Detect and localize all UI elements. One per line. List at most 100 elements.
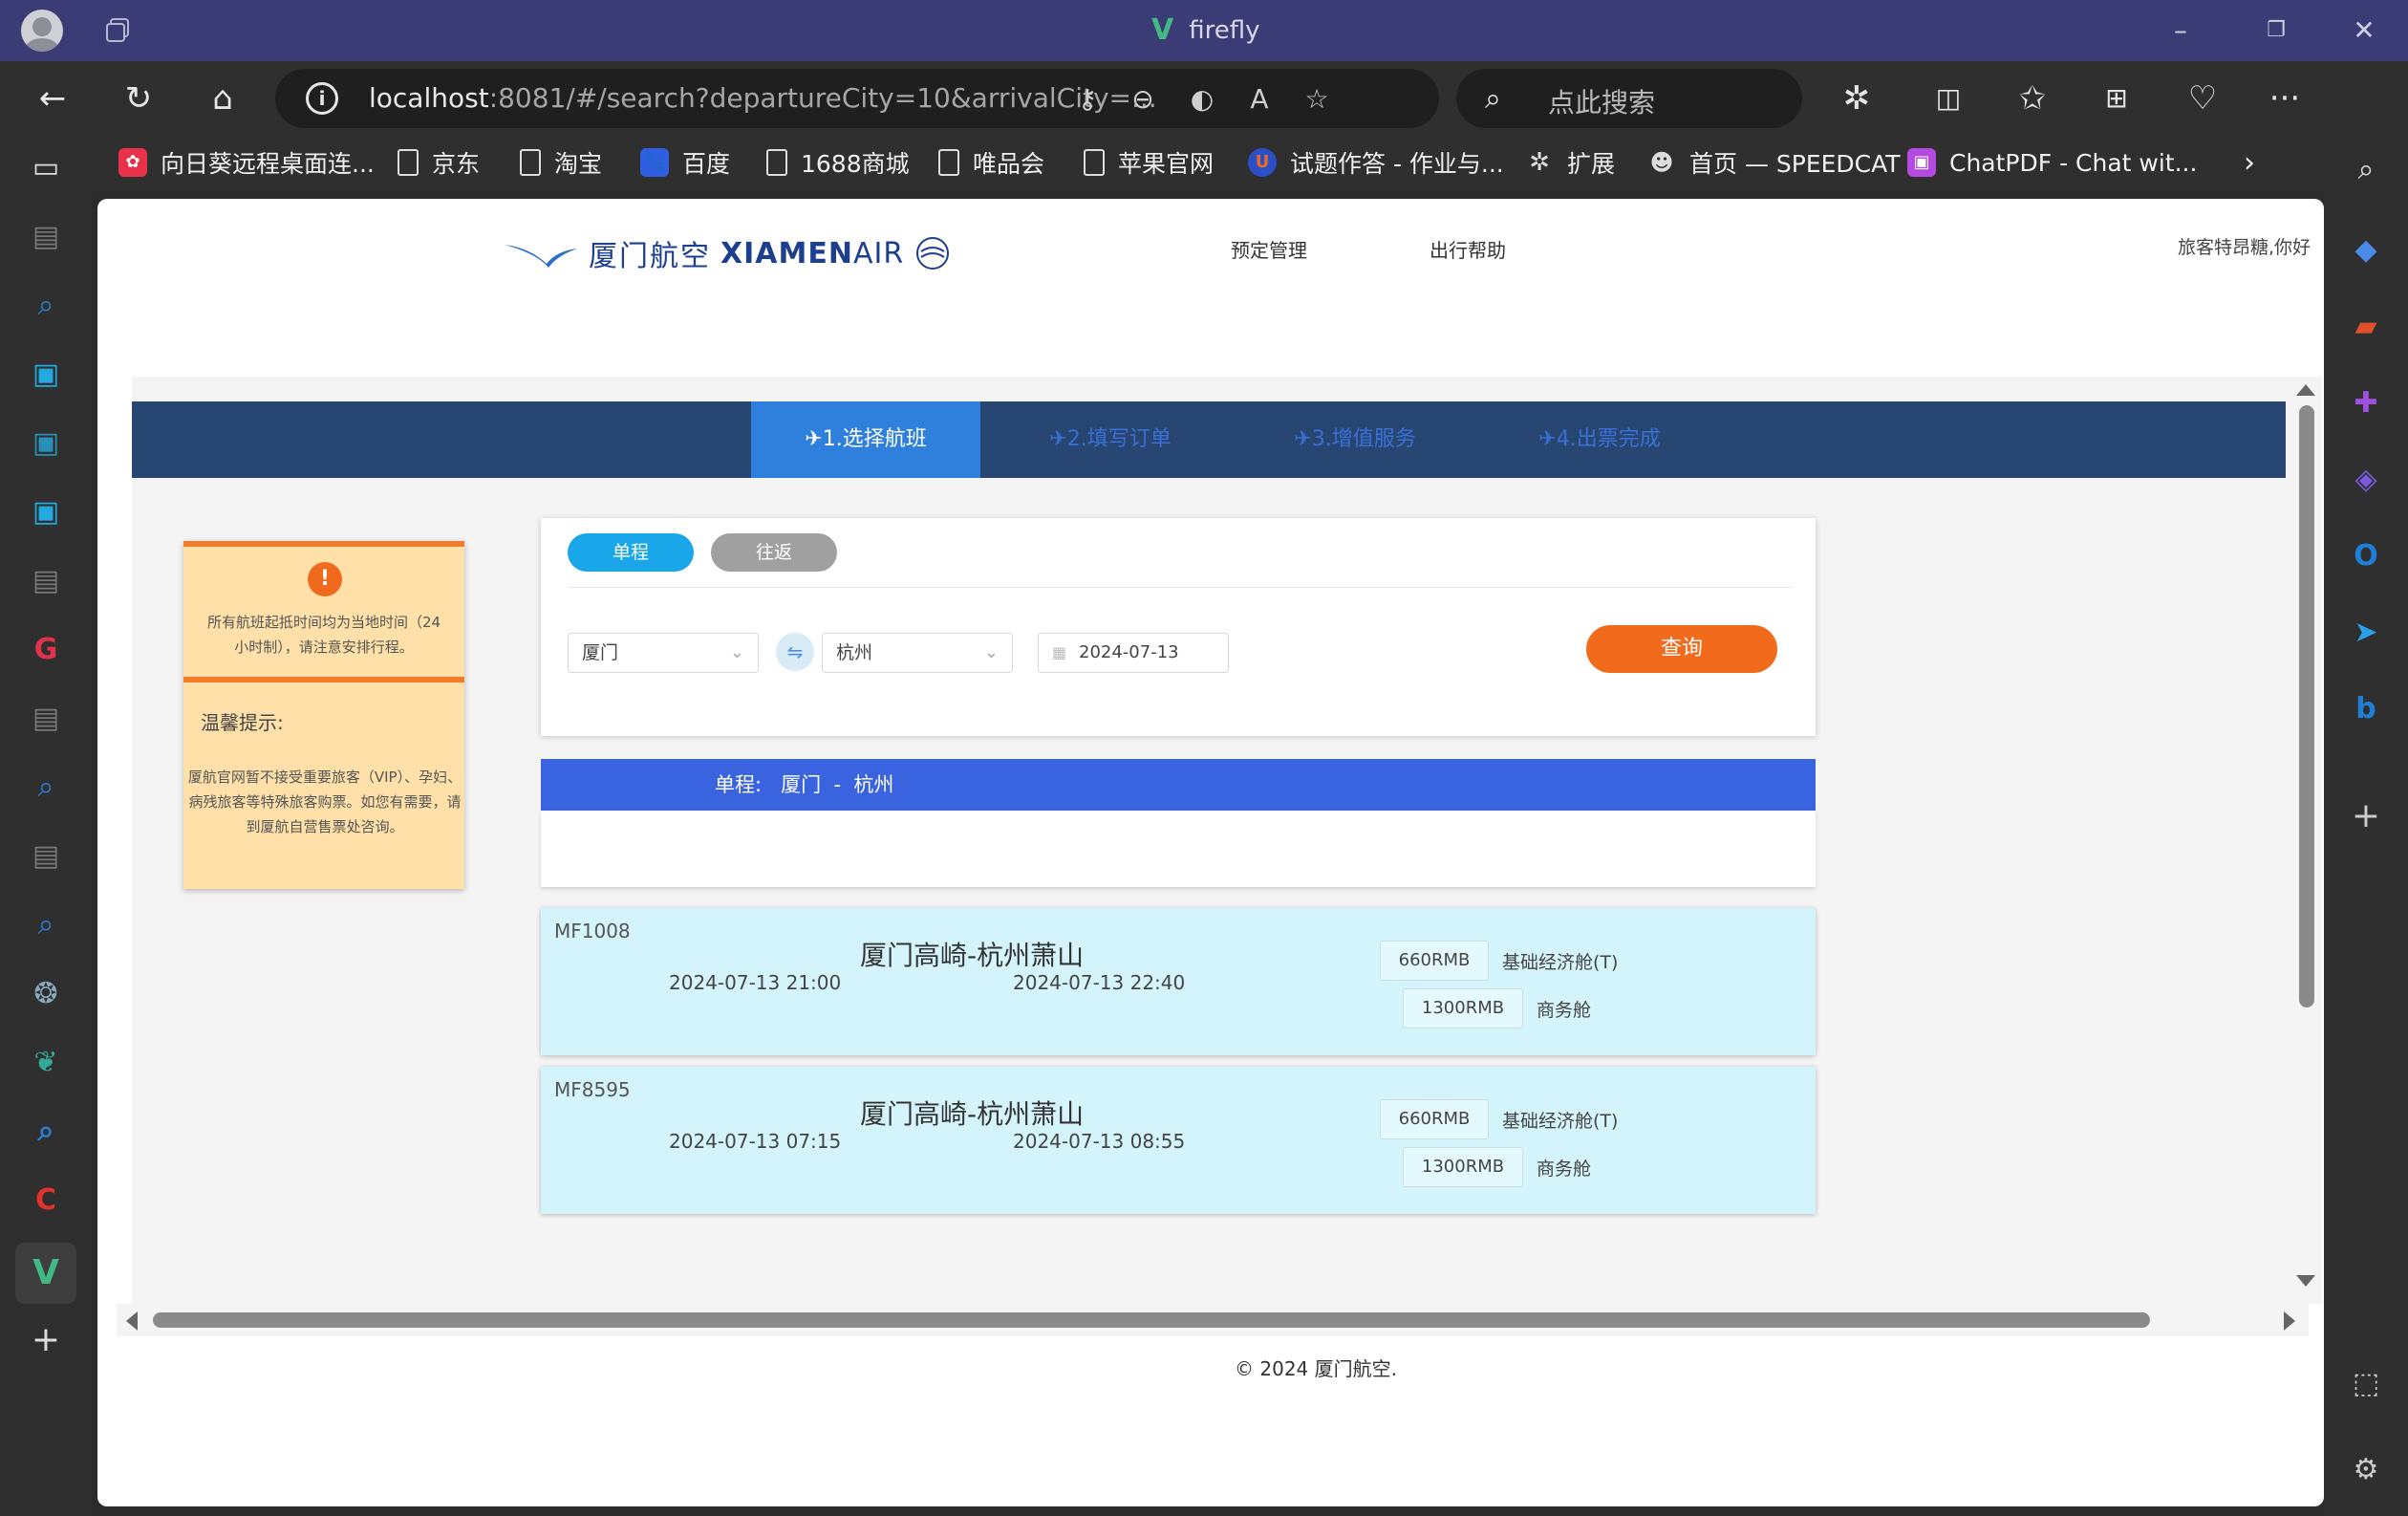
query-button[interactable]: 查询 bbox=[1586, 625, 1777, 673]
tab-search-icon[interactable]: ⌕ bbox=[27, 769, 65, 807]
sidebar-search-icon[interactable]: ⌕ bbox=[2347, 151, 2385, 189]
fare-price-button[interactable]: 1300RMB bbox=[1403, 988, 1523, 1029]
bookmark-homework[interactable]: U 试题作答 - 作业与... bbox=[1248, 143, 1504, 182]
sidebar-send-icon[interactable]: ➤ bbox=[2347, 614, 2385, 652]
sidebar-bing-icon[interactable]: b bbox=[2347, 690, 2385, 728]
key-icon[interactable]: ⚷ bbox=[1068, 80, 1107, 119]
vertical-tabs-sidebar: ▭ ▤ ⌕ ▣ ▣ ▣ ▤ G ▤ ⌕ ▤ ⌕ ❂ ❦ ⌕ C V + bbox=[0, 136, 92, 1516]
tab-search-icon[interactable]: ⌕ bbox=[27, 287, 65, 325]
minimize-button[interactable]: – bbox=[2161, 11, 2200, 50]
tab-page-icon[interactable]: ▤ bbox=[27, 700, 65, 738]
bookmark-speedcat[interactable]: ☻ 首页 — SPEEDCAT bbox=[1647, 143, 1900, 182]
tab-panel-icon[interactable]: ▭ bbox=[27, 149, 65, 187]
bookmark-sunflower[interactable]: ✿ 向日葵远程桌面连... bbox=[118, 143, 375, 182]
address-bar[interactable]: i localhost:8081/#/search?departureCity=… bbox=[275, 69, 1439, 128]
home-button[interactable]: ⌂ bbox=[201, 76, 245, 120]
arrival-city-select[interactable]: 杭州 ⌄ bbox=[822, 633, 1013, 673]
tab-search-icon[interactable]: ⌕ bbox=[27, 906, 65, 944]
nav-booking-management[interactable]: 预定管理 bbox=[1231, 235, 1307, 263]
tab-chatgpt-icon[interactable]: ❂ bbox=[27, 975, 65, 1013]
zoom-out-icon[interactable]: ⊖ bbox=[1124, 80, 1162, 119]
sidebar-screenshot-icon[interactable]: ⬚ bbox=[2347, 1365, 2385, 1403]
scroll-right-arrow-icon[interactable] bbox=[2284, 1311, 2295, 1331]
scroll-down-arrow-icon[interactable] bbox=[2296, 1275, 2315, 1287]
tab-bilibili-icon[interactable]: ▣ bbox=[27, 356, 65, 394]
flight-number: MF1008 bbox=[554, 920, 631, 942]
reload-button[interactable]: ↻ bbox=[117, 76, 161, 120]
step-value-added[interactable]: ✈3.增值服务 bbox=[1240, 401, 1470, 478]
tab-c-icon[interactable]: C bbox=[27, 1181, 65, 1220]
tab-page-icon[interactable]: ▤ bbox=[27, 837, 65, 876]
horizontal-scroll-thumb[interactable] bbox=[153, 1312, 2150, 1328]
bookmark-extensions[interactable]: ✲ 扩展 bbox=[1525, 143, 1615, 182]
tab-bilibili-icon[interactable]: ▣ bbox=[27, 493, 65, 531]
step-select-flight[interactable]: ✈1.选择航班 bbox=[751, 401, 980, 478]
bookmarks-overflow-chevron-icon[interactable]: › bbox=[2244, 143, 2255, 182]
sidebar-copilot-icon[interactable]: ◈ bbox=[2347, 461, 2385, 499]
tab-search-icon[interactable]: ⌕ bbox=[27, 1113, 65, 1151]
step-ticketing-complete[interactable]: ✈4.出票完成 bbox=[1485, 401, 1714, 478]
xiamen-air-logo[interactable]: 厦门航空 XIAMENAIR bbox=[503, 229, 952, 277]
edge-icon[interactable]: ◐ bbox=[1183, 80, 1221, 119]
url-text[interactable]: localhost:8081/#/search?departureCity=10… bbox=[369, 82, 1157, 114]
bookmark-1688[interactable]: 1688商城 bbox=[766, 143, 910, 182]
swap-cities-icon[interactable]: ⇋ bbox=[776, 633, 814, 671]
step-label: 4.出票完成 bbox=[1556, 427, 1661, 451]
fare-price-button[interactable]: 660RMB bbox=[1380, 1099, 1489, 1139]
round-trip-toggle[interactable]: 往返 bbox=[711, 533, 837, 572]
sidebar-tag-icon[interactable]: ◆ bbox=[2347, 231, 2385, 270]
tab-vue-active-icon[interactable]: V bbox=[15, 1243, 76, 1304]
more-menu-icon[interactable]: ··· bbox=[2263, 76, 2307, 120]
flight-card[interactable]: MF1008 厦门高崎-杭州萧山 2024-07-13 21:00 2024-0… bbox=[541, 908, 1816, 1055]
restore-button[interactable]: ❐ bbox=[2257, 11, 2295, 50]
extensions-icon[interactable]: ✲ bbox=[1835, 76, 1879, 120]
web-search-box[interactable]: ⌕ 点此搜索 bbox=[1456, 69, 1802, 128]
sidebar-add-icon[interactable]: + bbox=[2347, 797, 2385, 835]
fare-price-button[interactable]: 1300RMB bbox=[1403, 1147, 1523, 1187]
back-button[interactable]: ← bbox=[31, 76, 75, 120]
close-window-button[interactable]: ✕ bbox=[2345, 11, 2383, 50]
tab-plant-icon[interactable]: ❦ bbox=[27, 1044, 65, 1082]
favorite-star-icon[interactable]: ☆ bbox=[1298, 80, 1336, 119]
sidebar-settings-gear-icon[interactable]: ⚙ bbox=[2347, 1451, 2385, 1489]
bookmark-jd[interactable]: 京东 bbox=[398, 143, 480, 182]
split-screen-icon[interactable]: ◫ bbox=[1926, 76, 1970, 120]
sidebar-tools-icon[interactable]: ▰ bbox=[2347, 308, 2385, 346]
bookmark-apple[interactable]: 苹果官网 bbox=[1084, 143, 1214, 182]
step-label: 2.填写订单 bbox=[1066, 427, 1172, 451]
departure-city-select[interactable]: 厦门 ⌄ bbox=[568, 633, 759, 673]
sidebar-puzzle-icon[interactable]: ✚ bbox=[2347, 384, 2385, 422]
collections-icon[interactable]: ⊞ bbox=[2095, 76, 2139, 120]
tab-page-icon[interactable]: ▤ bbox=[27, 562, 65, 600]
browser-essentials-icon[interactable]: ♡ bbox=[2181, 76, 2225, 120]
flight-card[interactable]: MF8595 厦门高崎-杭州萧山 2024-07-13 07:15 2024-0… bbox=[541, 1067, 1816, 1214]
tab-actions-icon[interactable] bbox=[103, 15, 134, 46]
step-fill-order[interactable]: ✈2.填写订单 bbox=[996, 401, 1225, 478]
site-info-icon[interactable]: i bbox=[306, 82, 338, 115]
tab-g-icon[interactable]: G bbox=[27, 631, 65, 669]
tab-bilibili-icon[interactable]: ▣ bbox=[27, 424, 65, 463]
scroll-up-arrow-icon[interactable] bbox=[2296, 384, 2315, 396]
one-way-toggle[interactable]: 单程 bbox=[568, 533, 694, 572]
bookmark-vip[interactable]: 唯品会 bbox=[938, 143, 1044, 182]
tab-page-icon[interactable]: ▤ bbox=[27, 218, 65, 256]
bookmark-taobao[interactable]: 淘宝 bbox=[520, 143, 602, 182]
fare-price-button[interactable]: 660RMB bbox=[1380, 941, 1489, 981]
bookmark-chatpdf[interactable]: ▣ ChatPDF - Chat wit... bbox=[1907, 143, 2197, 182]
profile-avatar[interactable] bbox=[21, 10, 63, 52]
vertical-scroll-thumb[interactable] bbox=[2299, 405, 2314, 1007]
flight-number: MF8595 bbox=[554, 1078, 631, 1101]
scroll-left-arrow-icon[interactable] bbox=[126, 1311, 138, 1331]
content-vertical-scrollbar[interactable] bbox=[2290, 377, 2322, 1304]
sidebar-outlook-icon[interactable]: O bbox=[2347, 537, 2385, 575]
bookmark-label: 淘宝 bbox=[554, 150, 603, 178]
favorites-icon[interactable]: ✩ bbox=[2010, 76, 2054, 120]
departure-date-input[interactable]: ▦ 2024-07-13 bbox=[1038, 633, 1229, 673]
content-horizontal-scrollbar[interactable] bbox=[117, 1304, 2309, 1336]
read-aloud-icon[interactable]: A bbox=[1240, 80, 1279, 119]
nav-travel-help[interactable]: 出行帮助 bbox=[1430, 235, 1506, 263]
user-greeting[interactable]: 旅客特昂糖,你好 bbox=[2178, 233, 2311, 259]
cabin-class: 基础经济舱(T) bbox=[1502, 952, 1619, 973]
bookmark-baidu[interactable]: 🐾 百度 bbox=[640, 143, 730, 182]
new-tab-icon[interactable]: + bbox=[27, 1321, 65, 1359]
